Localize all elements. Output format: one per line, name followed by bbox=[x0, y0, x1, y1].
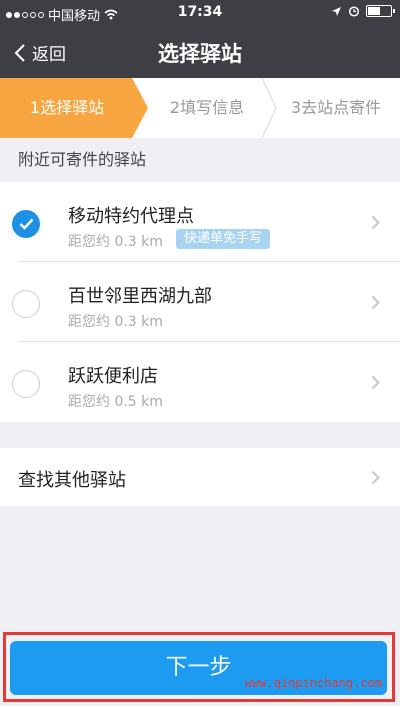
radio-unchecked-icon[interactable] bbox=[12, 290, 40, 318]
watermark: www.qinpinchang.com bbox=[244, 676, 382, 690]
station-item[interactable]: 移动特约代理点 距您约 0.3 km 快递单免手写 bbox=[0, 182, 400, 262]
chevron-right-icon bbox=[371, 375, 380, 390]
station-name: 百世邻里西湖九部 bbox=[68, 286, 212, 307]
step-1: 1选择驿站 bbox=[29, 98, 105, 117]
free-waybill-badge: 快递单免手写 bbox=[176, 229, 271, 249]
status-icons bbox=[331, 5, 395, 17]
navigation-bar: 返回 选择驿站 bbox=[0, 26, 400, 78]
radio-checked-icon[interactable] bbox=[12, 210, 40, 238]
location-arrow-icon bbox=[332, 6, 341, 16]
status-bar: 中国移动 17:34 bbox=[0, 0, 400, 26]
alarm-icon bbox=[348, 6, 360, 17]
chevron-right-icon bbox=[371, 295, 380, 310]
step-2: 2填写信息 bbox=[169, 98, 245, 117]
section-title: 附近可寄件的驿站 bbox=[18, 150, 147, 169]
station-name: 移动特约代理点 bbox=[68, 206, 194, 227]
page-title: 选择驿站 bbox=[158, 42, 242, 66]
step-3: 3去站点寄件 bbox=[290, 98, 382, 117]
station-distance: 距您约 0.3 km bbox=[68, 234, 163, 250]
station-item[interactable]: 百世邻里西湖九部 距您约 0.3 km bbox=[0, 262, 400, 342]
chevron-right-icon bbox=[371, 215, 380, 230]
station-distance: 距您约 0.5 km bbox=[68, 394, 163, 410]
chevron-right-icon bbox=[371, 470, 380, 485]
find-other-stations-label: 查找其他驿站 bbox=[18, 470, 126, 491]
station-item[interactable]: 跃跃便利店 距您约 0.5 km bbox=[0, 342, 400, 422]
station-list: 移动特约代理点 距您约 0.3 km 快递单免手写 百世邻里西湖九部 距您约 0… bbox=[0, 182, 400, 422]
step-indicator: 1选择驿站 2填写信息 3去站点寄件 bbox=[0, 78, 400, 138]
station-name: 跃跃便利店 bbox=[68, 366, 158, 387]
battery-icon bbox=[366, 5, 395, 17]
radio-unchecked-icon[interactable] bbox=[12, 370, 40, 398]
find-other-stations-row[interactable]: 查找其他驿站 bbox=[0, 448, 400, 506]
station-distance: 距您约 0.3 km bbox=[68, 314, 163, 330]
